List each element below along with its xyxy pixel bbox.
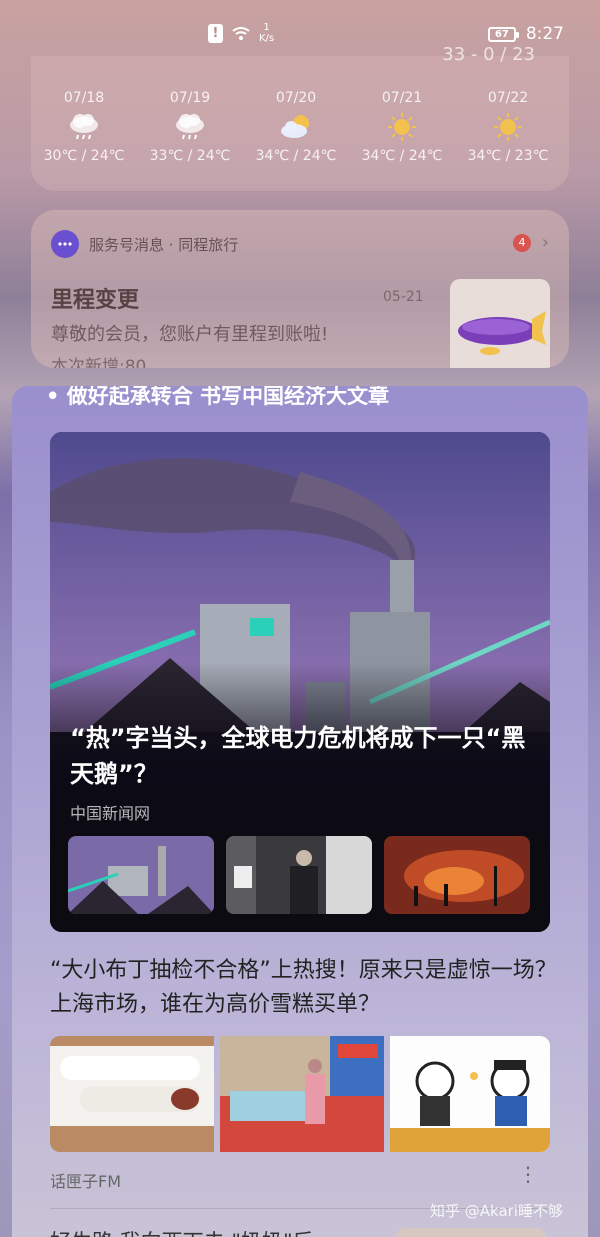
notification-thumbnail <box>450 279 550 368</box>
more-options-icon[interactable]: ⋮ <box>518 1162 538 1186</box>
forecast-temps: 34℃ / 23℃ <box>467 148 549 164</box>
message-app-icon <box>51 230 79 258</box>
network-speed: 1 K/s <box>259 22 274 44</box>
forecast-date: 07/19 <box>169 90 211 106</box>
forecast-date: 07/21 <box>381 90 423 106</box>
airship-image <box>458 311 546 355</box>
net-speed-value: 1 <box>263 22 270 33</box>
chevron-right-icon[interactable]: › <box>542 232 549 253</box>
featured-title: “热”字当头，全球电力危机将成下一只“黑天鹅”？ <box>70 724 526 788</box>
thumbnail-person-door[interactable] <box>226 836 372 914</box>
forecast-temps: 34℃ / 24℃ <box>361 148 443 164</box>
forecast-day: 07/21 34℃ / 24℃ <box>349 90 455 164</box>
next-article-partial[interactable]: 好生路 我向西下去 "奶奶"后 <box>50 1226 314 1237</box>
sun-icon <box>494 113 522 141</box>
notification-title: 里程变更 <box>51 288 140 313</box>
featured-news-card[interactable]: “热”字当头，全球电力危机将成下一只“黑天鹅”？ 中国新闻网 <box>50 432 550 932</box>
unread-badge: 4 <box>513 234 531 252</box>
wifi-icon <box>232 27 250 40</box>
cartoon-image <box>390 1036 550 1152</box>
partly-cloudy-icon <box>281 115 309 138</box>
supermarket-freezer-image <box>220 1036 384 1152</box>
notification-date: 05-21 <box>383 289 424 305</box>
forecast-date: 07/22 <box>487 90 529 106</box>
battery-icon: 67 <box>487 26 519 42</box>
article-source: 话匣子FM <box>50 1172 122 1191</box>
forecast-date: 07/18 <box>63 90 105 106</box>
news-feed-panel: • 做好起承转合 书写中国经济大文章 “热”字当头，全球电力危机将成下一只“黑天… <box>12 386 588 1237</box>
forecast-day: 07/20 34℃ / 24℃ <box>243 90 349 164</box>
rain-cloud-icon <box>176 114 204 140</box>
article-title[interactable]: “大小布丁抽检不合格”上热搜！原来只是虚惊一场？上海市场，谁在为高价雪糕买单？ <box>50 954 560 1022</box>
sun-icon <box>388 113 416 141</box>
featured-thumbnails <box>68 836 530 914</box>
notification-header: 服务号消息 · 同程旅行 <box>51 230 238 258</box>
ice-cream-image <box>50 1036 214 1152</box>
alert-icon: ! <box>208 23 223 43</box>
featured-source: 中国新闻网 <box>70 804 151 823</box>
net-speed-unit: K/s <box>259 33 275 44</box>
status-left-icons: ! 1 K/s <box>208 22 274 44</box>
forecast-day: 07/18 30℃ / 24℃ <box>31 90 137 164</box>
watermark: 知乎 @Akari睡不够 <box>430 1202 563 1220</box>
notification-card[interactable]: 服务号消息 · 同程旅行 4 › 里程变更 05-21 尊敬的会员，您账户有里程… <box>31 210 569 368</box>
notification-body: 尊敬的会员，您账户有里程到账啦! <box>51 324 329 345</box>
status-right-icons: 67 8:27 <box>487 24 564 44</box>
news-headline-partial[interactable]: • 做好起承转合 书写中国经济大文章 <box>46 386 389 410</box>
notification-body-line2: 本次新增:80 <box>51 357 147 368</box>
notification-source: 服务号消息 · 同程旅行 <box>89 235 239 254</box>
thumbnail-power-plant[interactable] <box>68 836 214 914</box>
forecast-date: 07/20 <box>275 90 317 106</box>
forecast-day: 07/19 33℃ / 24℃ <box>137 90 243 164</box>
clock: 8:27 <box>525 24 564 44</box>
next-article-thumbnail <box>396 1228 546 1237</box>
weather-forecast: 07/18 30℃ / 24℃ 07/19 33℃ / 24℃ 07/20 34… <box>31 90 569 164</box>
article-images[interactable] <box>50 1036 550 1152</box>
weather-card[interactable]: 33 - 0 / 23 07/18 30℃ / 24℃ 07/19 33℃ / … <box>31 44 569 191</box>
forecast-temps: 33℃ / 24℃ <box>149 148 231 164</box>
thumbnail-wildfire[interactable] <box>384 836 530 914</box>
weather-today-partial: 33 - 0 / 23 <box>442 44 535 65</box>
battery-level: 67 <box>494 28 509 40</box>
forecast-temps: 34℃ / 24℃ <box>255 148 337 164</box>
forecast-temps: 30℃ / 24℃ <box>43 148 125 164</box>
rain-cloud-icon <box>70 114 98 140</box>
forecast-day: 07/22 34℃ / 23℃ <box>455 90 561 164</box>
